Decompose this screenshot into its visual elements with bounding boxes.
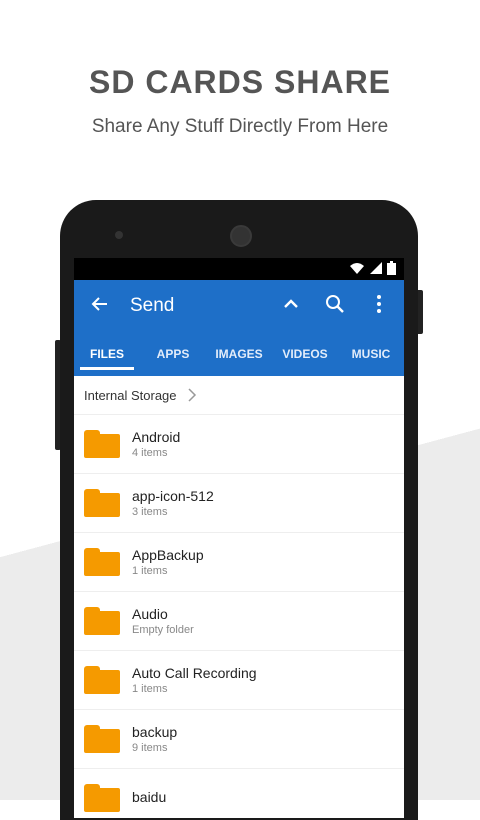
tab-files[interactable]: FILES	[74, 332, 140, 376]
breadcrumb-label: Internal Storage	[84, 387, 177, 403]
file-meta: Empty folder	[132, 624, 194, 636]
file-name: baidu	[132, 789, 167, 805]
tab-music[interactable]: MUSIC	[338, 332, 404, 376]
wifi-icon	[350, 263, 364, 274]
tab-images[interactable]: IMAGES	[206, 332, 272, 376]
list-item[interactable]: app-icon-512 3 items	[74, 474, 404, 533]
chevron-right-icon	[187, 388, 196, 402]
folder-icon	[84, 725, 120, 753]
more-options-button[interactable]	[368, 294, 390, 319]
collapse-button[interactable]	[280, 294, 302, 319]
list-item[interactable]: backup 9 items	[74, 710, 404, 769]
status-bar	[74, 258, 404, 280]
file-meta: 9 items	[132, 742, 168, 754]
search-button[interactable]	[324, 294, 346, 319]
phone-sensor	[115, 231, 123, 239]
signal-icon	[370, 262, 382, 274]
list-item[interactable]: Auto Call Recording 1 items	[74, 651, 404, 710]
chevron-up-icon	[284, 298, 298, 308]
folder-icon	[84, 784, 120, 812]
more-vert-icon	[377, 294, 381, 313]
folder-icon	[84, 607, 120, 635]
file-name: app-icon-512	[132, 488, 214, 504]
app-bar-title: Send	[130, 295, 175, 316]
file-name: Auto Call Recording	[132, 665, 257, 681]
search-icon	[326, 294, 344, 313]
file-name: backup	[132, 724, 178, 740]
list-item[interactable]: AppBackup 1 items	[74, 533, 404, 592]
folder-icon	[84, 548, 120, 576]
tab-bar: FILES APPS IMAGES VIDEOS MUSIC	[74, 332, 404, 376]
file-name: Audio	[132, 606, 168, 622]
promo-subtitle: Share Any Stuff Directly From Here	[91, 116, 389, 137]
file-list: Android 4 items app-icon-512 3 items App…	[74, 415, 404, 818]
promo-title: SD CARDS SHARE	[88, 64, 392, 100]
arrow-left-icon	[91, 297, 107, 311]
list-item[interactable]: baidu	[74, 769, 404, 818]
list-item[interactable]: Android 4 items	[74, 415, 404, 474]
battery-icon	[387, 261, 396, 275]
tab-apps[interactable]: APPS	[140, 332, 206, 376]
file-meta: 4 items	[132, 447, 168, 459]
file-meta: 1 items	[132, 565, 168, 577]
file-meta: 1 items	[132, 683, 168, 695]
back-button[interactable]	[88, 294, 112, 318]
breadcrumb[interactable]: Internal Storage	[74, 376, 404, 415]
phone-earpiece	[230, 225, 252, 247]
folder-icon	[84, 666, 120, 694]
list-item[interactable]: Audio Empty folder	[74, 592, 404, 651]
app-bar: Send	[74, 280, 404, 332]
tab-videos[interactable]: VIDEOS	[272, 332, 338, 376]
file-name: AppBackup	[132, 547, 204, 563]
phone-frame: Send FILES APPS IMAGES VIDEOS MUSIC Inte…	[60, 200, 418, 820]
folder-icon	[84, 430, 120, 458]
file-name: Android	[132, 429, 181, 445]
file-meta: 3 items	[132, 506, 168, 518]
phone-screen: Send FILES APPS IMAGES VIDEOS MUSIC Inte…	[74, 258, 404, 818]
folder-icon	[84, 489, 120, 517]
